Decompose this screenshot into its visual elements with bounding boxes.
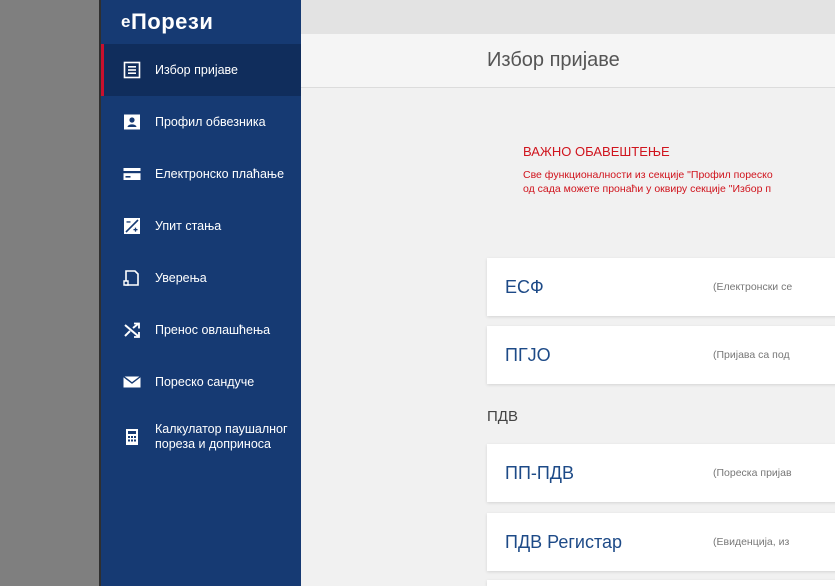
main-content: Избор пријаве ВАЖНО ОБАВЕШТЕЊЕ Све функц… [301, 0, 835, 586]
sidebar-item-poresko-sanduce[interactable]: Пореско сандуче [101, 356, 301, 408]
section-heading-pdv: ПДВ [487, 408, 518, 425]
calculator-icon [123, 428, 141, 446]
profile-icon [123, 113, 141, 131]
card-pdv-registar[interactable]: ПДВ Регистар (Евиденција, из [487, 513, 835, 571]
sidebar-item-label: Пренос овлашћења [155, 322, 271, 337]
notice-line-2: од сада можете пронаћи у оквиру секције … [523, 183, 772, 195]
sidebar-item-prenos-ovlascenja[interactable]: Пренос овлашћења [101, 304, 301, 356]
list-icon [123, 61, 141, 79]
sidebar: е Порези Избор пријаве Профил обвезника Е… [101, 0, 301, 586]
balance-icon [123, 217, 141, 235]
important-notice: ВАЖНО ОБАВЕШТЕЊЕ Све функционалности из … [523, 144, 773, 196]
outer-background [0, 0, 101, 586]
sidebar-item-label: Пореско сандуче [155, 374, 255, 389]
sidebar-item-label-line1: Калкулатор паушалног [155, 422, 288, 436]
card-icon [123, 165, 141, 183]
sidebar-item-label: Уверења [155, 270, 207, 285]
card-pp-pdv[interactable]: ПП-ПДВ (Пореска пријав [487, 444, 835, 502]
sidebar-item-izbor-prijave[interactable]: Избор пријаве [101, 44, 301, 96]
sidebar-item-label: Упит стања [155, 218, 222, 233]
card-title: ПГЈО [505, 344, 551, 365]
sidebar-item-kalkulator[interactable]: Калкулатор паушалног пореза и доприноса [101, 408, 301, 478]
card-description: (Евиденција, из [713, 536, 790, 548]
sidebar-item-label: Електронско плаћање [155, 166, 285, 181]
sidebar-item-label: Профил обвезника [155, 114, 266, 129]
sidebar-item-elektronsko-placanje[interactable]: Електронско плаћање [101, 148, 301, 200]
sidebar-item-uverenja[interactable]: Уверења [101, 252, 301, 304]
shuffle-icon [123, 321, 141, 339]
card-title: ПДВ Регистар [505, 531, 623, 552]
sidebar-item-label-line2: пореза и доприноса [155, 437, 271, 451]
notice-title: ВАЖНО ОБАВЕШТЕЊЕ [523, 144, 670, 159]
logo-prefix: е [121, 12, 131, 31]
app-logo[interactable]: е Порези [101, 0, 301, 44]
sidebar-item-label: Избор пријаве [155, 62, 238, 77]
certificate-icon [123, 269, 141, 287]
sidebar-item-upit-stanja[interactable]: Упит стања [101, 200, 301, 252]
card-next-partial[interactable] [487, 580, 835, 586]
envelope-icon [123, 373, 141, 391]
logo-text: Порези [130, 9, 214, 34]
card-description: (Пријава са под [713, 349, 790, 361]
sidebar-item-profil-obveznika[interactable]: Профил обвезника [101, 96, 301, 148]
sidebar-item-label: Калкулатор паушалног пореза и доприноса [155, 422, 288, 452]
top-bar [301, 0, 835, 34]
notice-line-1: Све функционалности из секције "Профил п… [523, 169, 773, 181]
card-pgjo[interactable]: ПГЈО (Пријава са под [487, 326, 835, 384]
card-title: ПП-ПДВ [505, 462, 575, 483]
card-esf[interactable]: ЕСФ (Електронски се [487, 258, 835, 316]
card-description: (Електронски се [713, 281, 793, 293]
card-description: (Пореска пријав [713, 467, 792, 479]
card-title: ЕСФ [505, 276, 544, 297]
page-title: Избор пријаве [301, 34, 835, 88]
